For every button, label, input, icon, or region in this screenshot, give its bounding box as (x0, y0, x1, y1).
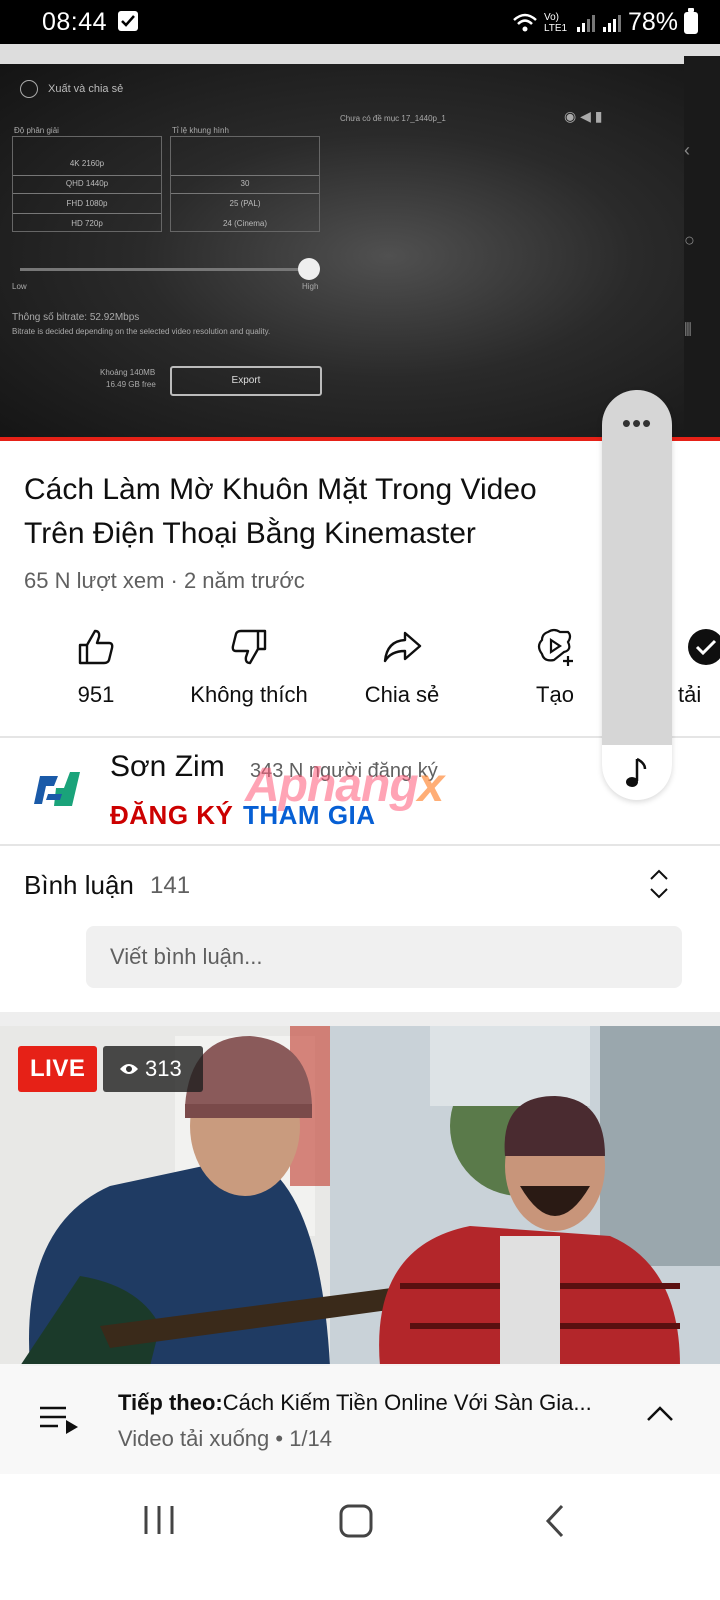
folder-label: Chưa có đề mục 17_1440p_1 (340, 114, 446, 123)
network-type: Vo) LTE1 (543, 11, 568, 34)
eye-icon (120, 1064, 138, 1074)
more-dots-icon[interactable]: ••• (602, 408, 672, 439)
status-icons: Vo) LTE1 78% (512, 7, 698, 37)
framerate-label: Tỉ lệ khung hình (172, 126, 229, 135)
video-title[interactable]: Cách Làm Mờ Khuôn Mặt Trong Video Trên Đ… (24, 468, 604, 556)
home-circle-icon: ○ (684, 230, 695, 250)
fps-option: 24 (Cinema) (222, 219, 267, 228)
recents-icon (144, 1506, 174, 1534)
export-title: Xuất và chia sẻ (48, 83, 124, 95)
back-chevron-icon: ‹ (684, 140, 690, 160)
section-separator (0, 1012, 720, 1026)
music-note-icon (626, 757, 647, 787)
res-option: 4K 2160p (69, 159, 105, 168)
checkbox-notification-icon (118, 11, 138, 31)
share-label: Chia sẻ (364, 682, 440, 707)
live-badge: LIVE (18, 1046, 98, 1092)
res-option: QHD 1440p (65, 179, 109, 188)
playlist-icon (38, 1404, 80, 1439)
battery-icon (684, 7, 698, 34)
framerate-list: 30 25 (PAL) 24 (Cinema) (170, 136, 320, 232)
back-icon (20, 80, 38, 98)
like-button[interactable]: 951 (20, 622, 172, 708)
thumbs-up-icon (20, 622, 172, 672)
watermark-logo: Aphangx (245, 758, 445, 813)
up-next-prefix: Tiếp theo: (118, 1390, 223, 1415)
quality-slider-knob (298, 258, 320, 280)
fps-option: 25 (PAL) (229, 199, 261, 208)
share-button[interactable]: Chia sẻ (326, 622, 478, 708)
free-text: 16.49 GB free (106, 380, 156, 389)
back-icon (545, 1504, 564, 1538)
size-text: Khoảng 140MB (100, 368, 156, 377)
resolution-label: Độ phân giải (14, 126, 59, 135)
status-bar: 08:44 Vo) LTE1 78% (0, 0, 720, 44)
signal-1-icon (576, 14, 595, 32)
floating-music-widget[interactable]: ••• (602, 390, 672, 800)
expand-collapse-icon[interactable] (648, 866, 670, 907)
recents-button[interactable] (142, 1504, 176, 1541)
channel-avatar[interactable] (28, 766, 84, 816)
like-count: 951 (77, 682, 115, 707)
low-label: Low (12, 282, 27, 291)
thumbs-down-icon (173, 622, 325, 672)
resolution-list: 4K 2160p QHD 1440p FHD 1080p HD 720p (12, 136, 162, 232)
bitrate-text: Thông số bitrate: 52.92Mbps (12, 312, 140, 323)
home-icon (339, 1504, 373, 1538)
watermark-text: Aphang (245, 759, 419, 812)
music-note-button[interactable] (602, 745, 672, 800)
bitrate-note: Bitrate is decided depending on the sele… (12, 327, 271, 336)
dislike-label: Không thích (190, 682, 308, 707)
quality-slider-track (20, 268, 310, 271)
subscribe-button[interactable]: ĐĂNG KÝ (110, 800, 233, 831)
status-time: 08:44 (42, 8, 108, 36)
fps-option: 30 (240, 179, 250, 188)
chevron-up-icon[interactable] (646, 1404, 674, 1427)
up-next-title: Tiếp theo:Cách Kiếm Tiền Online Với Sàn … (118, 1390, 618, 1416)
high-label: High (302, 282, 319, 291)
viewer-count: 313 (145, 1056, 182, 1081)
divider (0, 844, 720, 846)
export-tool-icons: ◉ ◀ ▮ (564, 108, 603, 124)
dislike-button[interactable]: Không thích (173, 622, 325, 708)
video-meta[interactable]: 65 N lượt xem · 2 năm trước (24, 568, 305, 594)
share-arrow-icon (326, 622, 478, 672)
recents-icon: ⦀ (684, 320, 692, 340)
res-option: HD 720p (71, 219, 103, 228)
comments-label[interactable]: Bình luận (24, 870, 134, 901)
comments-count: 141 (150, 872, 191, 899)
home-button[interactable] (338, 1504, 374, 1543)
viewer-count-badge: 313 (103, 1046, 203, 1092)
back-button[interactable] (544, 1504, 566, 1543)
video-player[interactable]: ‹ ○ ⦀ Xuất và chia sẻ Độ phân giải Tỉ lệ… (0, 44, 720, 440)
wifi-icon (513, 13, 537, 31)
channel-name[interactable]: Sơn Zim (110, 750, 225, 784)
res-option: FHD 1080p (66, 199, 108, 208)
export-button: Export (170, 366, 322, 396)
up-next-video-title: Cách Kiếm Tiền Online Với Sàn Gia... (222, 1390, 592, 1415)
signal-2-icon (602, 14, 621, 32)
watermark-x: x (417, 759, 445, 812)
comment-input[interactable]: Viết bình luận... (86, 926, 682, 988)
export-header: Xuất và chia sẻ (20, 80, 123, 98)
up-next-subtitle: Video tải xuống • 1/14 (118, 1426, 333, 1451)
battery-percent: 78% (627, 8, 678, 36)
system-nav-bar (0, 1474, 720, 1600)
up-next-bar[interactable]: Tiếp theo:Cách Kiếm Tiền Online Với Sàn … (0, 1364, 720, 1474)
